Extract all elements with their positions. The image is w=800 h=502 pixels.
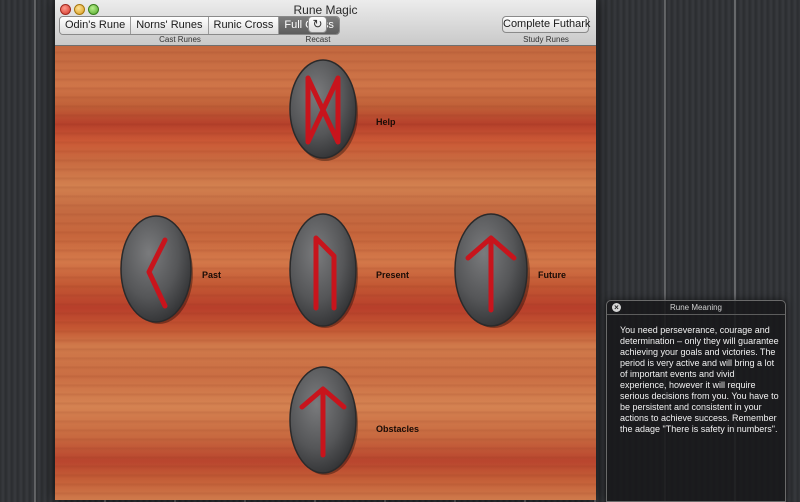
- rune-stone-future[interactable]: [452, 212, 532, 330]
- label-past: Past: [202, 270, 222, 280]
- main-window: Rune Magic Odin's Rune Norns' Runes Runi…: [55, 0, 596, 500]
- label-obstacles: Obstacles: [376, 424, 420, 434]
- window-title: Rune Magic: [293, 3, 358, 17]
- recast-button[interactable]: ↻: [308, 16, 327, 33]
- odins-rune-button[interactable]: Odin's Rune: [60, 17, 132, 34]
- study-runes-label: Study Runes: [523, 35, 569, 44]
- recast-label: Recast: [305, 35, 331, 44]
- toolbar: Rune Magic Odin's Rune Norns' Runes Runi…: [55, 0, 596, 46]
- label-help: Help: [376, 117, 396, 127]
- label-present: Present: [376, 270, 410, 280]
- panel-title: Rune Meaning: [669, 303, 723, 312]
- runic-cross-button[interactable]: Runic Cross: [208, 17, 280, 34]
- rune-meaning-text: You need perseverance, courage and deter…: [620, 325, 779, 434]
- rune-stone-past[interactable]: [119, 214, 195, 326]
- refresh-icon: ↻: [312, 17, 323, 31]
- complete-futhark-button[interactable]: Complete Futhark: [502, 16, 590, 33]
- cast-runes-segmented-control: Odin's Rune Norns' Runes Runic Cross Ful…: [59, 16, 340, 35]
- label-future: Future: [538, 270, 566, 280]
- rune-stone-help[interactable]: [288, 58, 360, 162]
- rune-stone-present[interactable]: [288, 212, 360, 330]
- rune-stone-obstacles[interactable]: [288, 365, 360, 477]
- panel-divider: [607, 314, 785, 315]
- cast-runes-label: Cast Runes: [159, 35, 201, 44]
- rune-meaning-panel: × Rune Meaning You need perseverance, co…: [606, 300, 786, 502]
- norns-runes-button[interactable]: Norns' Runes: [131, 17, 209, 34]
